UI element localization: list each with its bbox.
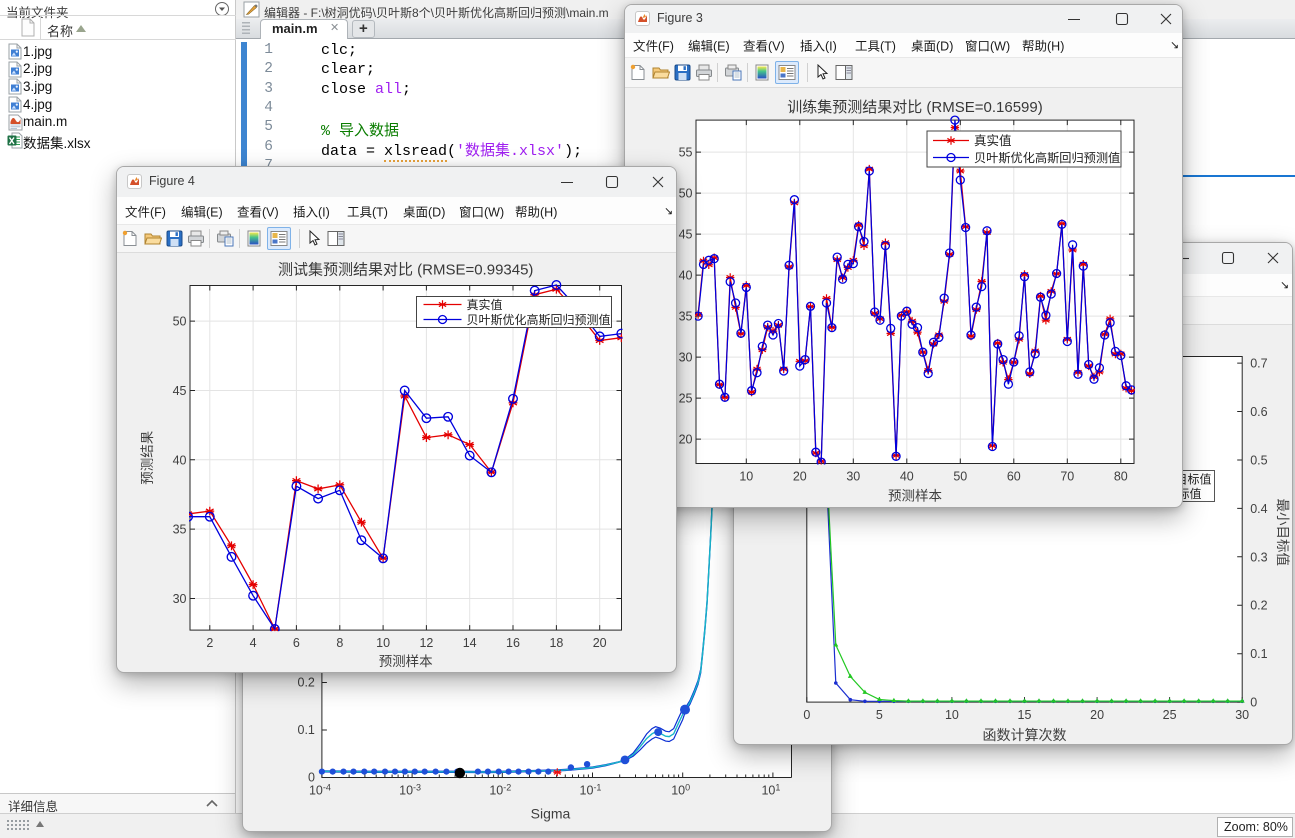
svg-text:0: 0 xyxy=(308,771,315,785)
svg-text:10-1: 10-1 xyxy=(580,783,602,798)
svg-text:10: 10 xyxy=(376,636,390,650)
svg-text:45: 45 xyxy=(173,384,187,398)
svg-text:10-4: 10-4 xyxy=(309,783,331,798)
svg-text:35: 35 xyxy=(679,310,693,324)
svg-text:10: 10 xyxy=(739,470,753,484)
svg-text:0.1: 0.1 xyxy=(298,723,315,737)
svg-text:贝叶斯优化高斯回归预测值: 贝叶斯优化高斯回归预测值 xyxy=(974,150,1120,165)
svg-text:30: 30 xyxy=(679,351,693,365)
svg-text:贝叶斯优化高斯回归预测值: 贝叶斯优化高斯回归预测值 xyxy=(467,312,611,327)
svg-text:6: 6 xyxy=(293,636,300,650)
svg-text:0: 0 xyxy=(1250,696,1257,710)
svg-text:4: 4 xyxy=(250,636,257,650)
svg-text:45: 45 xyxy=(679,228,693,242)
svg-text:0.6: 0.6 xyxy=(1250,405,1267,419)
svg-text:5: 5 xyxy=(876,708,883,722)
svg-text:预测样本: 预测样本 xyxy=(888,489,942,504)
svg-text:25: 25 xyxy=(1163,708,1177,722)
svg-text:2: 2 xyxy=(206,636,213,650)
svg-text:18: 18 xyxy=(549,636,563,650)
svg-text:10-3: 10-3 xyxy=(399,783,421,798)
svg-text:35: 35 xyxy=(173,523,187,537)
svg-text:训练集预测结果对比 (RMSE=0.16599): 训练集预测结果对比 (RMSE=0.16599) xyxy=(787,99,1042,116)
svg-text:0.4: 0.4 xyxy=(1250,502,1267,516)
svg-text:0.7: 0.7 xyxy=(1250,357,1267,371)
svg-text:25: 25 xyxy=(679,392,693,406)
svg-text:10: 10 xyxy=(945,708,959,722)
svg-text:8: 8 xyxy=(336,636,343,650)
svg-text:40: 40 xyxy=(900,470,914,484)
svg-text:70: 70 xyxy=(1060,470,1074,484)
svg-text:0.5: 0.5 xyxy=(1250,454,1267,468)
svg-text:14: 14 xyxy=(463,636,477,650)
svg-text:50: 50 xyxy=(679,187,693,201)
svg-text:55: 55 xyxy=(679,146,693,160)
svg-text:20: 20 xyxy=(593,636,607,650)
svg-text:60: 60 xyxy=(1007,470,1021,484)
svg-text:预测结果: 预测结果 xyxy=(140,430,155,484)
svg-text:12: 12 xyxy=(419,636,433,650)
svg-text:预测样本: 预测样本 xyxy=(379,654,433,669)
svg-text:100: 100 xyxy=(671,783,690,798)
svg-text:测试集预测结果对比 (RMSE=0.99345): 测试集预测结果对比 (RMSE=0.99345) xyxy=(278,262,533,279)
svg-text:0.1: 0.1 xyxy=(1250,647,1267,661)
svg-text:10-2: 10-2 xyxy=(489,783,511,798)
svg-text:0.3: 0.3 xyxy=(1250,550,1267,564)
svg-text:30: 30 xyxy=(1235,708,1249,722)
svg-text:Sigma: Sigma xyxy=(531,806,571,822)
svg-text:16: 16 xyxy=(506,636,520,650)
svg-text:真实值: 真实值 xyxy=(467,297,503,312)
svg-text:0: 0 xyxy=(803,708,810,722)
svg-text:最小目标值: 最小目标值 xyxy=(1275,499,1290,567)
svg-text:50: 50 xyxy=(953,470,967,484)
svg-text:15: 15 xyxy=(1018,708,1032,722)
svg-text:101: 101 xyxy=(761,783,780,798)
svg-text:0.2: 0.2 xyxy=(1250,599,1267,613)
svg-text:0.2: 0.2 xyxy=(298,676,315,690)
svg-text:函数计算次数: 函数计算次数 xyxy=(983,727,1067,743)
svg-text:30: 30 xyxy=(846,470,860,484)
svg-text:20: 20 xyxy=(1090,708,1104,722)
svg-text:20: 20 xyxy=(679,433,693,447)
svg-text:80: 80 xyxy=(1114,470,1128,484)
svg-text:30: 30 xyxy=(173,592,187,606)
svg-text:真实值: 真实值 xyxy=(974,133,1012,148)
svg-text:40: 40 xyxy=(173,453,187,467)
svg-text:50: 50 xyxy=(173,315,187,329)
svg-text:40: 40 xyxy=(679,269,693,283)
svg-text:20: 20 xyxy=(793,470,807,484)
